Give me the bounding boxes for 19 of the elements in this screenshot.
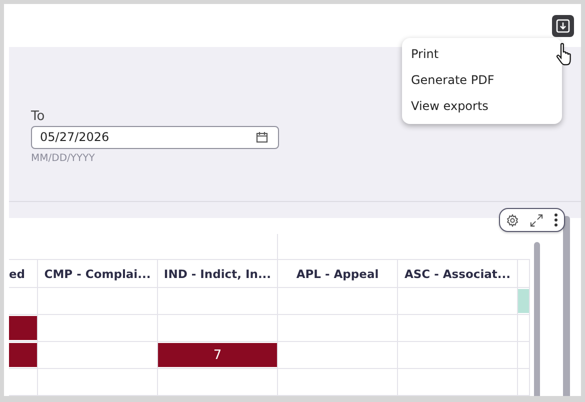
date-format-hint: MM/DD/YYYY bbox=[31, 152, 96, 164]
column-header[interactable]: ASC - Associat... bbox=[398, 260, 518, 287]
expand-icon[interactable] bbox=[530, 214, 543, 226]
column-header[interactable]: ed bbox=[9, 260, 38, 287]
calendar-icon bbox=[256, 131, 268, 144]
column-header[interactable]: IND - Indict, In... bbox=[158, 260, 278, 287]
column-header[interactable]: CMP - Complai... bbox=[38, 260, 158, 287]
table-cell: 7 bbox=[158, 343, 277, 367]
date-label: To bbox=[31, 108, 46, 124]
column-header[interactable]: APL - Appeal bbox=[278, 260, 398, 287]
menu-item[interactable]: Generate PDF bbox=[402, 68, 562, 94]
more-icon[interactable] bbox=[554, 213, 558, 227]
settings-icon[interactable] bbox=[506, 214, 519, 226]
menu-item[interactable]: View exports bbox=[402, 94, 562, 120]
scrollbar[interactable] bbox=[563, 216, 570, 396]
download-button[interactable] bbox=[552, 15, 574, 37]
download-icon bbox=[556, 19, 570, 33]
date-field[interactable]: 05/27/2026 bbox=[31, 126, 279, 149]
scrollbar[interactable] bbox=[534, 242, 540, 396]
